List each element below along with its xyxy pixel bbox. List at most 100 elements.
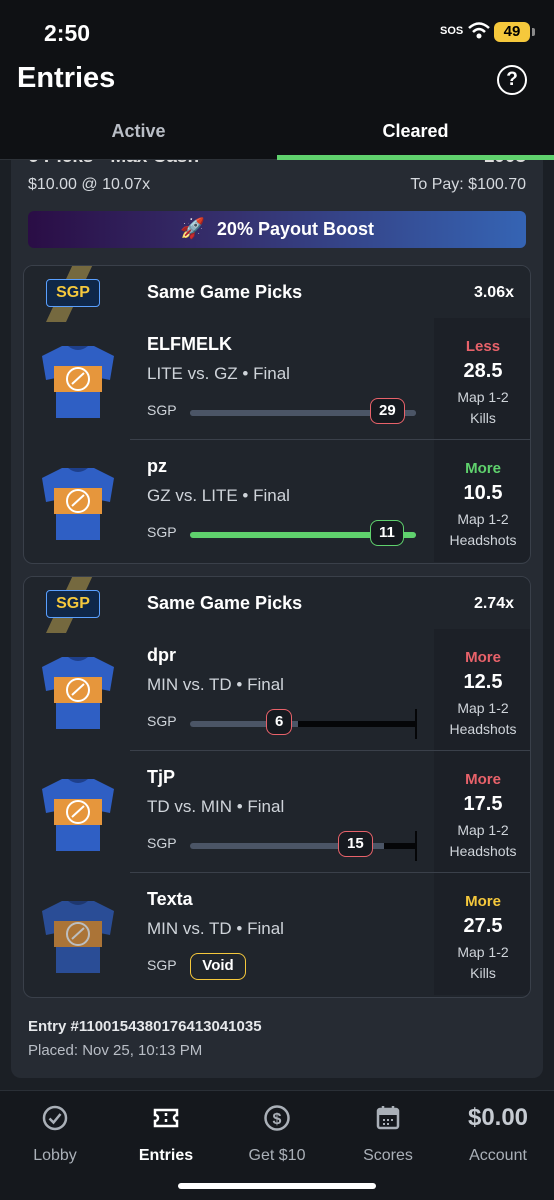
nav-account[interactable]: $0.00 Account [443, 1103, 553, 1165]
wifi-icon [468, 22, 490, 39]
entry-id: Entry #1100154380176413041035⁠ [28, 1018, 262, 1035]
tab-active[interactable]: Active [0, 121, 277, 142]
pick-line: 12.5 [463, 671, 503, 693]
player-name: pz [147, 456, 167, 476]
pick-direction: More [465, 460, 501, 477]
pick-stat: Headshots [449, 532, 517, 548]
progress-remaining [298, 721, 416, 727]
group-header: SGP Same Game Picks 3.06x [24, 266, 530, 322]
sgp-group: SGP Same Game Picks 3.06x ELFMELK LITE v… [23, 265, 531, 564]
home-indicator [178, 1183, 376, 1189]
tab-cleared[interactable]: Cleared [277, 121, 554, 142]
group-title: Same Game Picks [147, 282, 303, 302]
sgp-chip: SGP [46, 279, 100, 307]
group-header: SGP Same Game Picks 2.74x [24, 577, 530, 633]
nav-label: Get $10 [248, 1147, 306, 1164]
pick-row[interactable]: dpr MIN vs. TD • Final SGP 6 More 12.5 M… [24, 629, 530, 751]
pick-line: 27.5 [463, 915, 503, 937]
progress-track [190, 843, 416, 849]
nav-scores[interactable]: Scores [333, 1103, 443, 1165]
sgp-label: SGP [147, 524, 177, 540]
pick-line: 17.5 [463, 793, 503, 815]
pick-stat-scope: Map 1-2 [457, 700, 509, 716]
matchup: GZ vs. LITE • Final [147, 486, 290, 505]
boost-label: 20% Payout Boost [216, 219, 374, 239]
nav-entries[interactable]: Entries [111, 1103, 221, 1165]
nav-get-10[interactable]: $ Get $10 [222, 1103, 332, 1165]
pick-stat: Headshots [449, 843, 517, 859]
pick-projection: More 17.5 Map 1-2 Headshots [434, 751, 530, 873]
group-title: Same Game Picks [147, 593, 303, 613]
nav-lobby[interactable]: Lobby [0, 1103, 110, 1165]
entry-placed-date: Placed: Nov 25, 10:13 PM [28, 1042, 203, 1059]
nav-label: Scores [363, 1147, 413, 1164]
pick-projection: Less 28.5 Map 1-2 Kills [434, 318, 530, 440]
pick-row[interactable]: pz GZ vs. LITE • Final SGP 11 More 10.5 … [24, 440, 530, 562]
sgp-label: SGP [147, 713, 177, 729]
pick-stat: Kills [470, 410, 496, 426]
pick-direction: More [465, 649, 501, 666]
jersey-icon [42, 779, 114, 851]
pick-line: 28.5 [463, 360, 503, 382]
sgp-group: SGP Same Game Picks 2.74x dpr MIN vs. TD… [23, 576, 531, 998]
ticket-icon [153, 1108, 179, 1128]
void-badge: Void [190, 953, 246, 980]
header: Entries ? Active Cleared [0, 62, 554, 160]
pick-stat-scope: Map 1-2 [457, 389, 509, 405]
check-circle-icon [42, 1105, 68, 1131]
player-name: Texta [147, 889, 193, 909]
pick-line: 10.5 [463, 482, 503, 504]
result-pill: 15 [338, 831, 373, 857]
matchup: LITE vs. GZ • Final [147, 364, 290, 383]
matchup: MIN vs. TD • Final [147, 919, 284, 938]
pick-stat-scope: Map 1-2 [457, 511, 509, 527]
entry-wager: $10.00 @ 10.07x [28, 176, 151, 193]
matchup: TD vs. MIN • Final [147, 797, 285, 816]
status-sos: SOS [440, 25, 464, 37]
player-name: TjP [147, 767, 176, 787]
pick-row[interactable]: TjP TD vs. MIN • Final SGP 15 More 17.5 … [24, 751, 530, 873]
entry-title: 6 Picks - Max Cash [28, 160, 199, 168]
nav-label: Lobby [33, 1147, 77, 1164]
page-title: Entries [17, 62, 116, 94]
pick-projection: More 27.5 Map 1-2 Kills [434, 873, 530, 995]
pick-direction: More [465, 771, 501, 788]
target-marker [415, 709, 417, 739]
jersey-icon [42, 901, 114, 973]
matchup: MIN vs. TD • Final [147, 675, 284, 694]
calendar-icon [376, 1106, 400, 1130]
pick-projection: More 12.5 Map 1-2 Headshots [434, 629, 530, 751]
sgp-label: SGP [147, 835, 177, 851]
entry-to-pay: To Pay: $100.70 [410, 176, 526, 193]
status-time: 2:50 [44, 20, 91, 46]
pick-row[interactable]: Texta MIN vs. TD • Final SGP Void More 2… [24, 873, 530, 995]
pick-stat: Headshots [449, 721, 517, 737]
result-pill: 29 [370, 398, 405, 424]
pick-projection: More 10.5 Map 1-2 Headshots [434, 440, 530, 562]
rocket-icon: 🚀 [180, 218, 205, 240]
result-pill: 11 [370, 520, 404, 546]
account-balance: $0.00 [467, 1104, 529, 1131]
battery-icon: 49 [494, 22, 535, 42]
dollar-circle-icon: $ [264, 1105, 290, 1131]
help-icon[interactable]: ? [497, 65, 527, 95]
result-pill: 6 [266, 709, 293, 735]
jersey-icon [42, 657, 114, 729]
pick-stat-scope: Map 1-2 [457, 944, 509, 960]
group-multiplier: 2.74x [473, 595, 514, 612]
entry-card[interactable]: 6 Picks - Max Cash 1008 $10.00 @ 10.07x … [11, 160, 543, 1078]
pick-direction: More [465, 893, 501, 910]
sgp-label: SGP [147, 957, 177, 973]
player-name: ELFMELK [147, 334, 232, 354]
svg-text:$: $ [273, 1111, 282, 1128]
target-marker [415, 831, 417, 861]
jersey-icon [42, 468, 114, 540]
pick-row[interactable]: ELFMELK LITE vs. GZ • Final SGP 29 Less … [24, 318, 530, 440]
progress-remaining [384, 843, 416, 849]
status-bar: 2:50 SOS 49 [0, 0, 554, 62]
jersey-icon [42, 346, 114, 418]
sgp-chip: SGP [46, 590, 100, 618]
player-name: dpr [147, 645, 176, 665]
group-multiplier: 3.06x [473, 284, 514, 301]
sgp-label: SGP [147, 402, 177, 418]
